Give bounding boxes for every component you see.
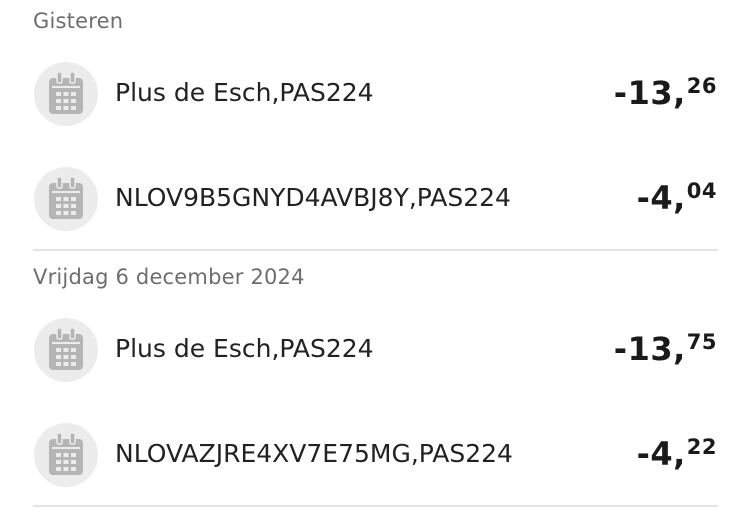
section-header: Vrijdag 6 december 2024	[33, 265, 305, 289]
amount-integer: -13,	[613, 74, 686, 112]
merchant-name: NLOVAZJRE4XV7E75MG,PAS224	[115, 439, 513, 468]
amount-decimal: 22	[686, 435, 717, 459]
section-header: Gisteren	[33, 9, 124, 33]
transaction-amount: -4,22	[637, 435, 717, 473]
amount-integer: -4,	[636, 179, 686, 217]
transaction-amount: -13,75	[614, 330, 717, 368]
transaction-amount: -4,04	[637, 179, 717, 217]
amount-integer: -4,	[636, 435, 686, 473]
amount-decimal: 26	[686, 74, 717, 98]
transaction-row[interactable]: NLOV9B5GNYD4AVBJ8Y,PAS224 -4,04	[0, 151, 750, 247]
merchant-avatar	[34, 318, 98, 382]
calendar-icon	[49, 328, 83, 370]
merchant-name: NLOV9B5GNYD4AVBJ8Y,PAS224	[115, 183, 511, 212]
transaction-row[interactable]: Plus de Esch,PAS224 -13,75	[0, 302, 750, 398]
amount-decimal: 75	[686, 330, 717, 354]
section-divider	[33, 505, 718, 507]
calendar-icon	[49, 72, 83, 114]
amount-decimal: 04	[686, 179, 717, 203]
calendar-icon	[49, 433, 83, 475]
amount-integer: -13,	[613, 330, 686, 368]
transaction-amount: -13,26	[614, 74, 717, 112]
merchant-avatar	[34, 167, 98, 231]
calendar-icon	[49, 177, 83, 219]
transaction-row[interactable]: Plus de Esch,PAS224 -13,26	[0, 46, 750, 142]
transaction-list: Gisteren Plus de Esch,PAS224 -13,26 NLOV…	[0, 0, 750, 514]
merchant-name: Plus de Esch,PAS224	[115, 78, 374, 107]
merchant-avatar	[34, 62, 98, 126]
section-divider	[33, 249, 718, 251]
transaction-row[interactable]: NLOVAZJRE4XV7E75MG,PAS224 -4,22	[0, 407, 750, 503]
merchant-name: Plus de Esch,PAS224	[115, 334, 374, 363]
merchant-avatar	[34, 423, 98, 487]
